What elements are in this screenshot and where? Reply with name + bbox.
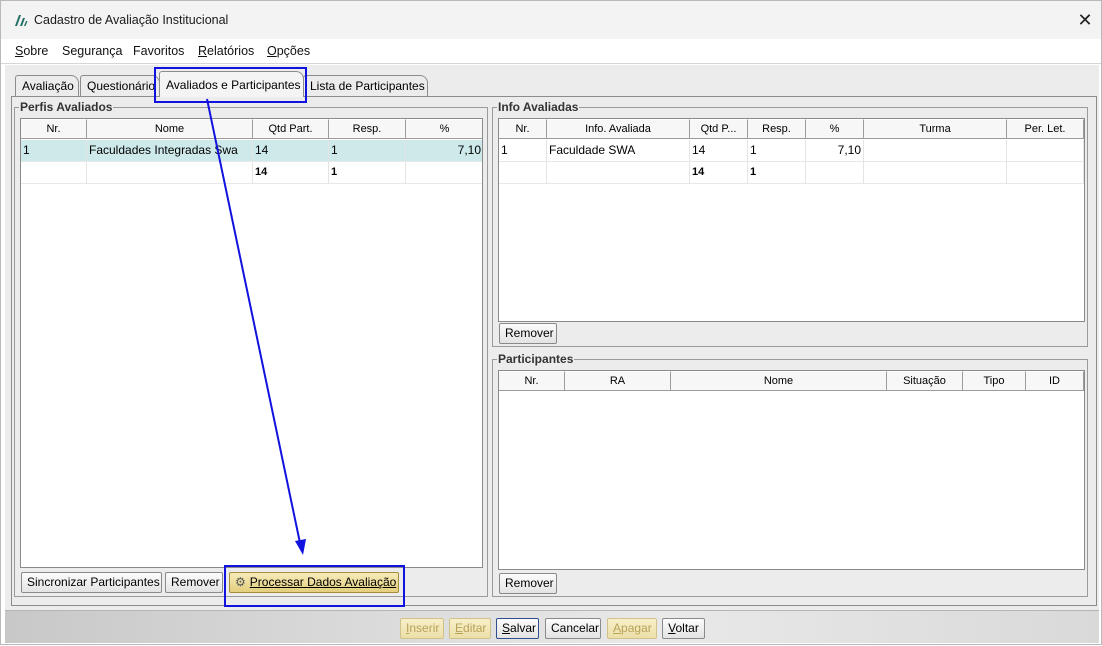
cell-empty bbox=[864, 162, 1007, 184]
cell-empty bbox=[406, 162, 482, 184]
cancelar-button[interactable]: Cancelar bbox=[545, 618, 601, 639]
cell-pct: 7,10 bbox=[406, 140, 482, 162]
sincronizar-participantes-button[interactable]: Sincronizar Participantes bbox=[21, 572, 162, 593]
perfis-table-header: Nr. Nome Qtd Part. Resp. % bbox=[21, 119, 482, 139]
tab-lista-participantes[interactable]: Lista de Participantes bbox=[303, 75, 428, 96]
close-icon[interactable]: ✕ bbox=[1073, 9, 1097, 33]
cell-resp: 1 bbox=[329, 140, 406, 162]
remover-info-button[interactable]: Remover bbox=[499, 323, 557, 344]
editar-button[interactable]: Editar bbox=[449, 618, 491, 639]
menu-favoritos[interactable]: Favoritos bbox=[133, 44, 184, 58]
col-turma[interactable]: Turma bbox=[864, 119, 1007, 139]
cell-qtd: 14 bbox=[253, 140, 329, 162]
col-nr[interactable]: Nr. bbox=[499, 119, 547, 139]
cell-resp: 1 bbox=[748, 140, 806, 162]
voltar-button[interactable]: Voltar bbox=[662, 618, 705, 639]
app-logo-icon bbox=[15, 15, 28, 26]
window-title: Cadastro de Avaliação Institucional bbox=[34, 13, 229, 27]
col-qtd-part[interactable]: Qtd Part. bbox=[253, 119, 329, 139]
perfis-table[interactable]: Nr. Nome Qtd Part. Resp. % 1 Faculdades … bbox=[20, 118, 483, 568]
remover-perfil-button[interactable]: Remover bbox=[165, 572, 223, 593]
col-resp[interactable]: Resp. bbox=[329, 119, 406, 139]
menu-relatorios[interactable]: Relatórios bbox=[198, 44, 254, 58]
application-window: Cadastro de Avaliação Institucional ✕ So… bbox=[0, 0, 1102, 645]
menu-seguranca[interactable]: Segurança bbox=[62, 44, 122, 58]
col-qtd-p[interactable]: Qtd P... bbox=[690, 119, 748, 139]
cell-empty bbox=[547, 162, 690, 184]
salvar-button[interactable]: Salvar bbox=[496, 618, 539, 639]
cell-empty bbox=[1007, 162, 1084, 184]
total-qtd: 14 bbox=[690, 162, 748, 184]
cell-empty bbox=[21, 162, 87, 184]
totals-row: 14 1 bbox=[499, 162, 1084, 184]
info-table-header: Nr. Info. Avaliada Qtd P... Resp. % Turm… bbox=[499, 119, 1084, 139]
participantes-table[interactable]: Nr. RA Nome Situação Tipo ID bbox=[498, 370, 1085, 570]
total-resp: 1 bbox=[748, 162, 806, 184]
col-info-avaliada[interactable]: Info. Avaliada bbox=[547, 119, 690, 139]
table-row[interactable]: 1 Faculdades Integradas Swa 14 1 7,10 bbox=[21, 140, 482, 162]
cell-empty bbox=[87, 162, 253, 184]
col-nr[interactable]: Nr. bbox=[499, 371, 565, 391]
cell-info: Faculdade SWA bbox=[547, 140, 690, 162]
highlight-processar-box bbox=[224, 565, 405, 607]
table-row[interactable]: 1 Faculdade SWA 14 1 7,10 bbox=[499, 140, 1084, 162]
tab-avaliados-participantes[interactable]: Avaliados e Participantes bbox=[159, 71, 304, 97]
col-pct[interactable]: % bbox=[406, 119, 482, 139]
cell-per-let bbox=[1007, 140, 1084, 162]
participantes-table-header: Nr. RA Nome Situação Tipo ID bbox=[499, 371, 1084, 391]
menu-sobre[interactable]: Sobre bbox=[15, 44, 48, 58]
col-nr[interactable]: Nr. bbox=[21, 119, 87, 139]
title-bar: Cadastro de Avaliação Institucional ✕ bbox=[1, 1, 1101, 39]
info-table[interactable]: Nr. Info. Avaliada Qtd P... Resp. % Turm… bbox=[498, 118, 1085, 322]
tab-avaliacao[interactable]: Avaliação bbox=[15, 75, 79, 96]
col-per-let[interactable]: Per. Let. bbox=[1007, 119, 1084, 139]
cell-nr: 1 bbox=[499, 140, 547, 162]
col-ra[interactable]: RA bbox=[565, 371, 671, 391]
cell-empty bbox=[806, 162, 864, 184]
col-situacao[interactable]: Situação bbox=[887, 371, 963, 391]
tab-questionario[interactable]: Questionário bbox=[80, 75, 160, 96]
menu-bar: Sobre Segurança Favoritos Relatórios Opç… bbox=[1, 39, 1101, 64]
info-avaliadas-group: Info Avaliadas Nr. Info. Avaliada Qtd P.… bbox=[492, 100, 1088, 347]
cell-turma bbox=[864, 140, 1007, 162]
perfis-avaliados-title: Perfis Avaliados bbox=[19, 100, 114, 114]
col-nome[interactable]: Nome bbox=[671, 371, 887, 391]
cell-empty bbox=[499, 162, 547, 184]
remover-participante-button[interactable]: Remover bbox=[499, 573, 557, 594]
participantes-group: Participantes Nr. RA Nome Situação Tipo … bbox=[492, 352, 1088, 597]
total-qtd: 14 bbox=[253, 162, 329, 184]
cell-nr: 1 bbox=[21, 140, 87, 162]
cell-pct: 7,10 bbox=[806, 140, 864, 162]
inserir-button[interactable]: Inserir bbox=[400, 618, 444, 639]
col-tipo[interactable]: Tipo bbox=[963, 371, 1026, 391]
col-nome[interactable]: Nome bbox=[87, 119, 253, 139]
cell-nome: Faculdades Integradas Swa bbox=[87, 140, 253, 162]
totals-row: 14 1 bbox=[21, 162, 482, 184]
col-pct[interactable]: % bbox=[806, 119, 864, 139]
col-id[interactable]: ID bbox=[1026, 371, 1084, 391]
info-avaliadas-title: Info Avaliadas bbox=[497, 100, 580, 114]
col-resp[interactable]: Resp. bbox=[748, 119, 806, 139]
participantes-title: Participantes bbox=[497, 352, 575, 366]
cell-qtd: 14 bbox=[690, 140, 748, 162]
perfis-avaliados-group: Perfis Avaliados Nr. Nome Qtd Part. Resp… bbox=[14, 100, 488, 597]
apagar-button[interactable]: Apagar bbox=[607, 618, 657, 639]
tab-panel: Perfis Avaliados Nr. Nome Qtd Part. Resp… bbox=[11, 96, 1097, 606]
menu-opcoes[interactable]: Opções bbox=[267, 44, 310, 58]
total-resp: 1 bbox=[329, 162, 406, 184]
